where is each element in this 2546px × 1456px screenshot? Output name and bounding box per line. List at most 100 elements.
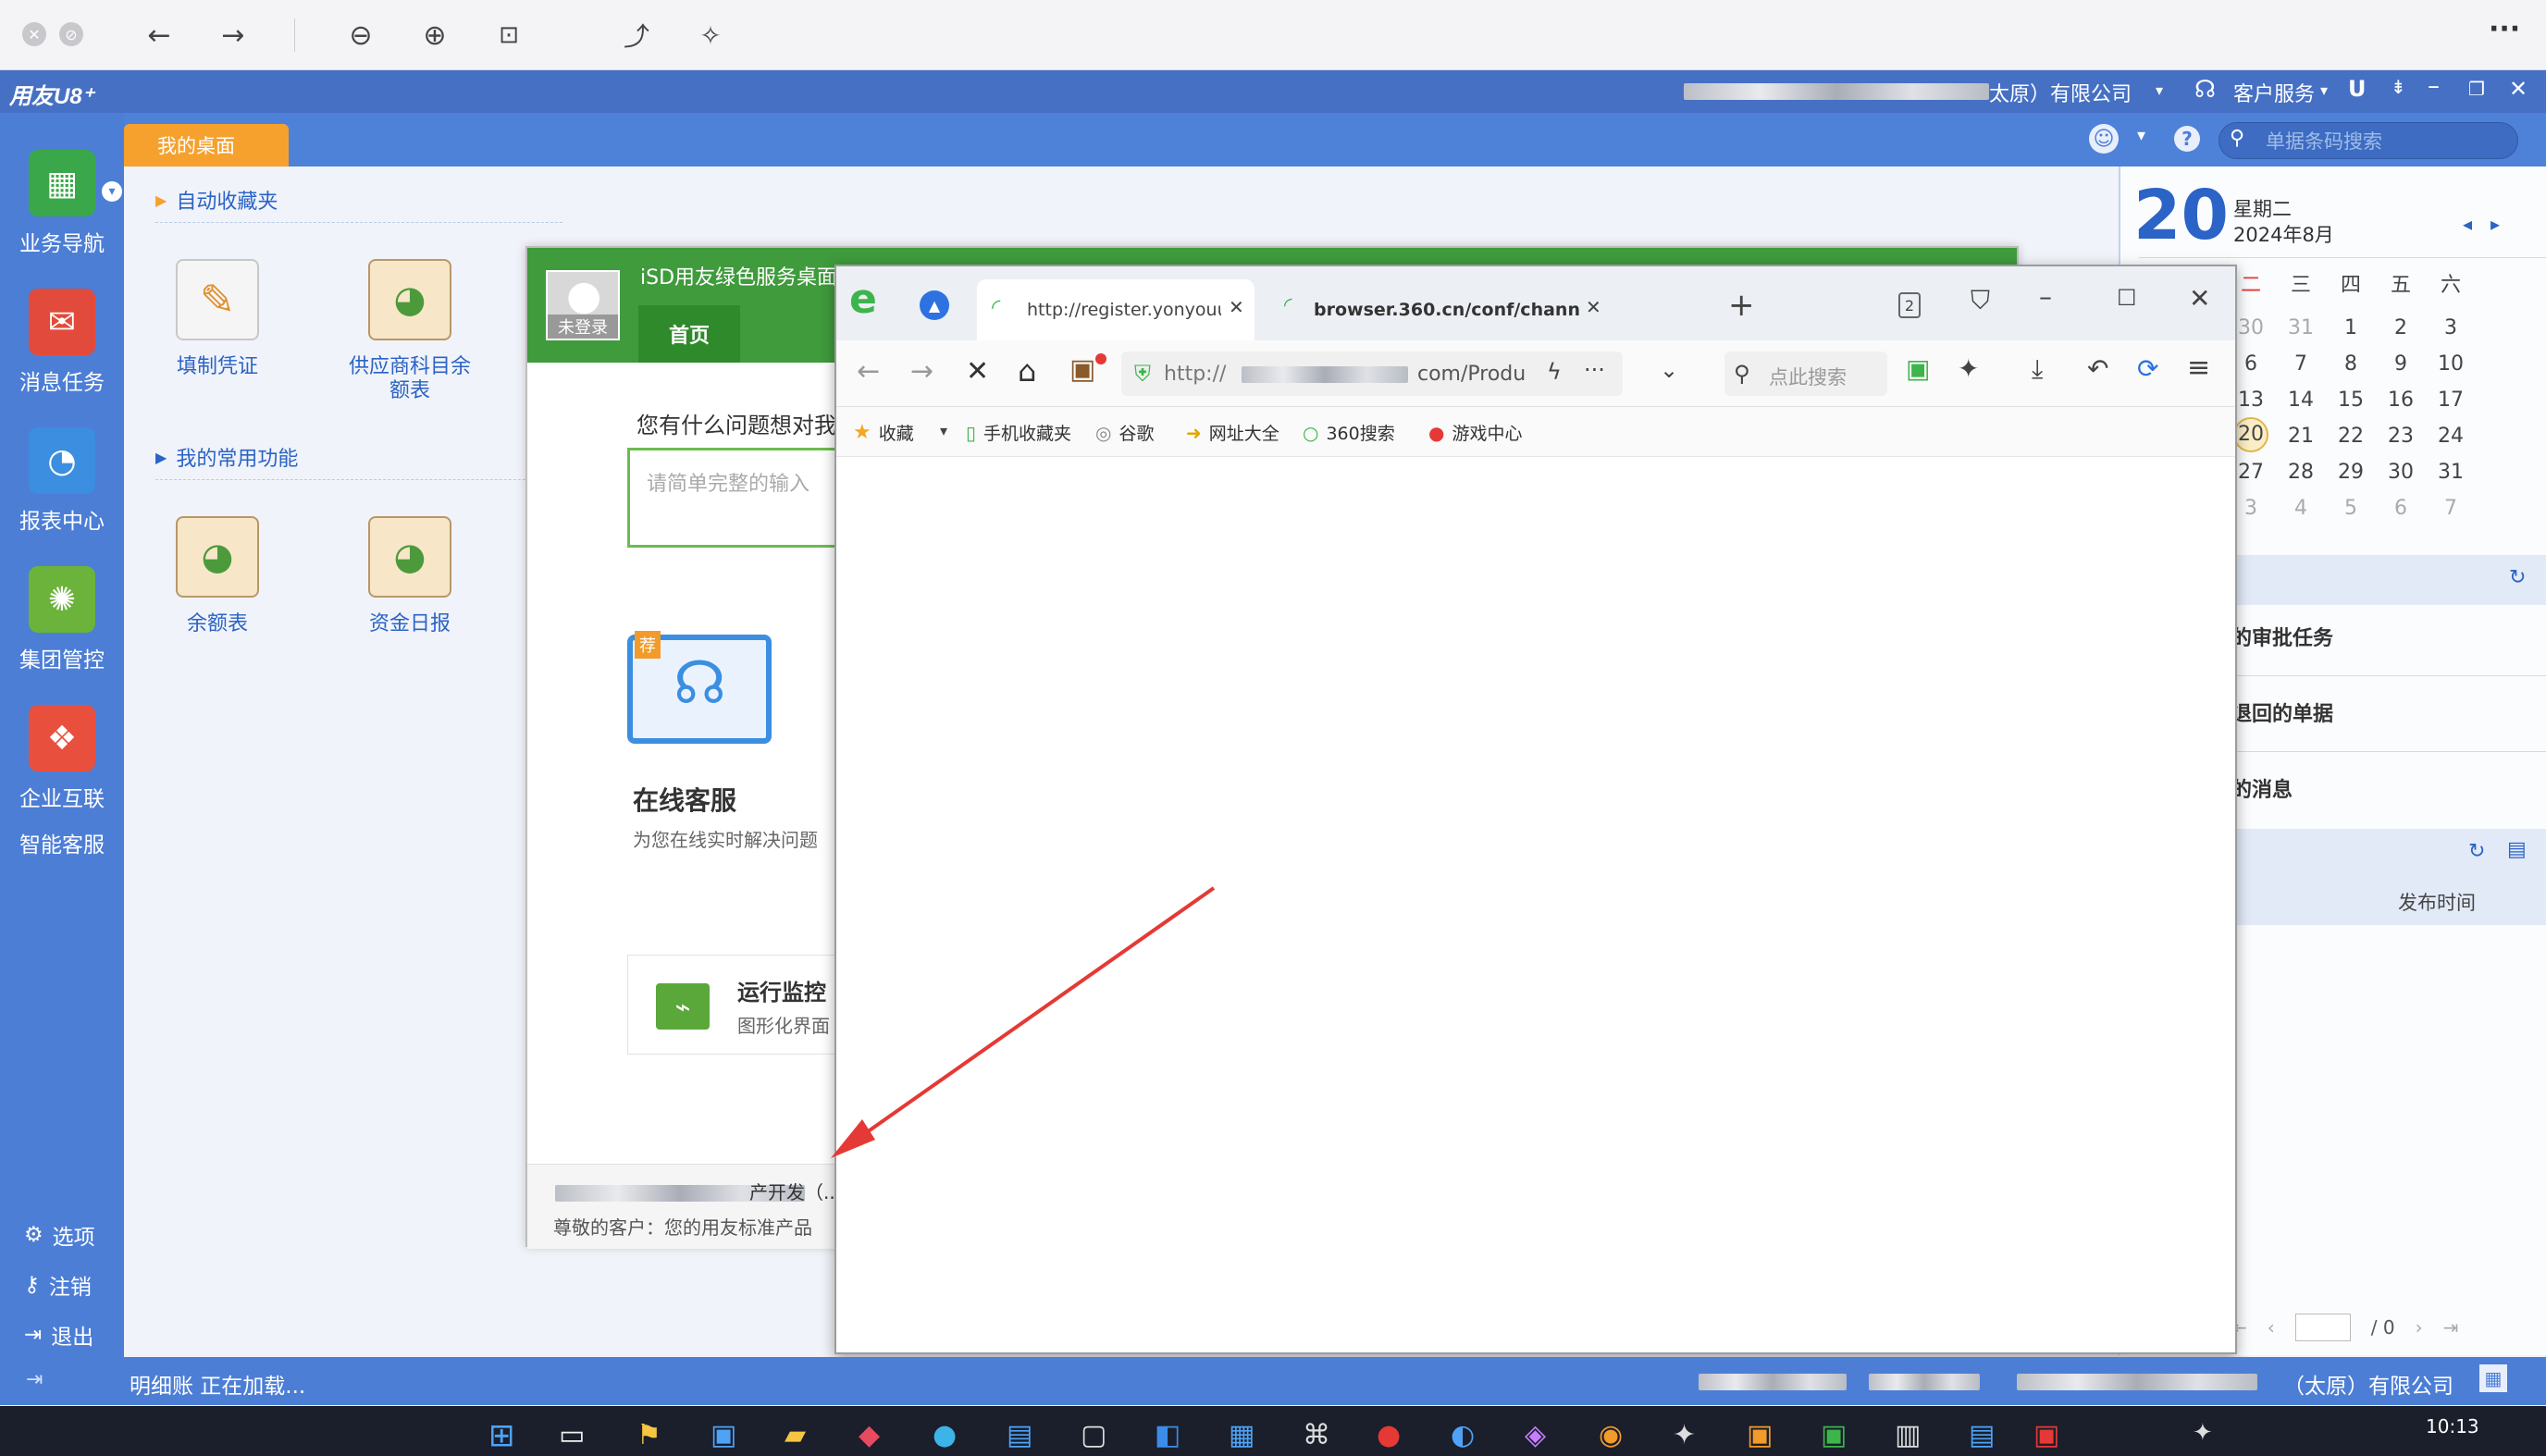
app-supplier-balance[interactable]: ◕ 供应商科目余额表: [340, 259, 479, 403]
minimize-circle-icon[interactable]: ⊘: [59, 22, 83, 46]
folder-icon[interactable]: ▰: [785, 1419, 806, 1451]
tab-count-badge[interactable]: 2: [1898, 292, 1921, 318]
close-icon[interactable]: ✕: [22, 22, 46, 46]
briefcase-icon[interactable]: ▣: [1069, 353, 1095, 386]
calendar-date[interactable]: 31: [2276, 316, 2326, 339]
taskbar-app-icon[interactable]: ✦: [1673, 1419, 1696, 1451]
bookmark-google[interactable]: ◎ 谷歌: [1095, 420, 1154, 445]
close-tab-icon[interactable]: ✕: [1586, 296, 1601, 318]
prev-month-icon[interactable]: ◂: [2463, 213, 2472, 235]
taskbar-app-icon[interactable]: ◆: [859, 1419, 880, 1451]
close-icon[interactable]: ✕: [2509, 76, 2527, 102]
maximize-icon[interactable]: ☐: [2117, 285, 2137, 311]
task-returned[interactable]: 退回的单据: [2231, 697, 2333, 727]
sidebar-toggle-icon[interactable]: ⇥: [26, 1368, 43, 1391]
taskbar-app-icon[interactable]: ▥: [1895, 1419, 1921, 1451]
calendar-date[interactable]: 7: [2276, 352, 2326, 376]
taskbar-app-icon[interactable]: ⚑: [636, 1419, 661, 1451]
prev-page-icon[interactable]: ‹: [2268, 1316, 2275, 1339]
option-settings[interactable]: ⚙ 选项: [24, 1219, 95, 1251]
nav-message-task[interactable]: ✉ 消息任务: [0, 289, 124, 396]
magic-wand-icon[interactable]: ✧: [690, 15, 731, 56]
bookmark-games[interactable]: ● 游戏中心: [1428, 420, 1522, 445]
book-icon[interactable]: ▤: [2507, 838, 2527, 861]
bookmark-sites[interactable]: ➜ 网址大全: [1186, 420, 1279, 445]
home-icon[interactable]: ⌂: [1018, 353, 1036, 389]
calculator-icon[interactable]: ▦: [2479, 1364, 2507, 1392]
hamburger-menu-icon[interactable]: ≡: [2187, 352, 2210, 384]
help-icon[interactable]: ?: [2174, 126, 2200, 152]
nav-report-center[interactable]: ◔ 报表中心: [0, 427, 124, 535]
next-page-icon[interactable]: ›: [2416, 1316, 2423, 1339]
smiley-icon[interactable]: ☺: [2089, 124, 2119, 154]
bookmark-favorites[interactable]: ★ 收藏: [853, 420, 914, 445]
nav-business-navigation[interactable]: ▦ 业务导航: [0, 150, 124, 257]
calendar-date[interactable]: 7: [2426, 497, 2476, 520]
address-bar[interactable]: ⛨ http:// com/Produ ϟ ···: [1121, 352, 1623, 396]
calendar-date[interactable]: 15: [2326, 389, 2376, 412]
zoom-out-icon[interactable]: ⊖: [340, 15, 381, 56]
section-common[interactable]: ▶ 我的常用功能: [155, 442, 298, 472]
new-tab-icon[interactable]: +: [1728, 287, 1755, 324]
forward-arrow-icon[interactable]: →: [910, 355, 933, 388]
restore-icon[interactable]: ❐: [2468, 78, 2485, 100]
calendar-date[interactable]: 6: [2376, 497, 2426, 520]
minimize-icon[interactable]: –: [2039, 281, 2052, 312]
chevron-down-icon[interactable]: ⌄: [1660, 357, 1678, 383]
customer-service-menu[interactable]: 客户服务: [2233, 78, 2315, 107]
taskbar-app-icon[interactable]: ✦: [2193, 1419, 2213, 1447]
calendar-date[interactable]: 22: [2326, 425, 2376, 448]
collapse-icon[interactable]: ⇟: [2391, 76, 2406, 98]
calendar-date[interactable]: 9: [2376, 352, 2426, 376]
search-field[interactable]: ⚲ 点此搜索: [1724, 352, 1887, 396]
chevron-down-icon[interactable]: ▾: [2156, 81, 2163, 99]
taskbar-app-icon[interactable]: ●: [1377, 1419, 1401, 1451]
tab-register[interactable]: ◜ http://register.yonyouup.com/Pr ✕: [977, 279, 1254, 340]
close-tab-icon[interactable]: ✕: [1229, 296, 1244, 318]
taskbar-app-icon[interactable]: ◈: [1525, 1419, 1546, 1451]
u-shield-icon[interactable]: U: [2348, 76, 2367, 102]
calendar-date[interactable]: 2: [2376, 316, 2426, 339]
forward-arrow-icon[interactable]: →: [213, 15, 253, 56]
taskbar-app-icon[interactable]: ◉: [1599, 1419, 1623, 1451]
more-menu-button[interactable]: ···: [2489, 13, 2520, 45]
option-exit[interactable]: ⇥ 退出: [24, 1319, 93, 1351]
calendar-date[interactable]: 16: [2376, 389, 2426, 412]
nav-group-control[interactable]: ✺ 集团管控: [0, 566, 124, 673]
calendar-date[interactable]: 1: [2326, 316, 2376, 339]
calendar-date[interactable]: 3: [2426, 316, 2476, 339]
back-arrow-icon[interactable]: ←: [857, 355, 880, 388]
calendar-today[interactable]: 20: [2233, 417, 2268, 452]
calendar-date[interactable]: 4: [2276, 497, 2326, 520]
puzzle-extension-icon[interactable]: ✦: [1958, 353, 1979, 384]
stop-loading-icon[interactable]: ✕: [966, 355, 989, 388]
clock[interactable]: 10:13: [2426, 1415, 2479, 1437]
fit-screen-icon[interactable]: ⊡: [488, 15, 529, 56]
taskbar-app-icon[interactable]: ▤: [1969, 1419, 1995, 1451]
rotate-icon[interactable]: ⤴: [616, 15, 657, 56]
taskbar-app-icon[interactable]: ▭: [559, 1419, 585, 1451]
app-fill-voucher[interactable]: ✎ 填制凭证: [148, 259, 287, 379]
chevron-down-icon[interactable]: ▾: [940, 422, 947, 439]
section-favorites[interactable]: ▶ 自动收藏夹: [155, 185, 278, 215]
zoom-in-icon[interactable]: ⊕: [414, 15, 455, 56]
task-approval[interactable]: 的审批任务: [2231, 622, 2333, 651]
more-dots-icon[interactable]: ···: [1584, 357, 1605, 383]
calendar-date[interactable]: 21: [2276, 425, 2326, 448]
page-number-input[interactable]: [2294, 1314, 2351, 1341]
taskbar-app-icon[interactable]: ▣: [2033, 1419, 2059, 1451]
minimize-icon[interactable]: –: [2428, 72, 2440, 100]
calendar-date[interactable]: 29: [2326, 461, 2376, 484]
lightning-icon[interactable]: ϟ: [1547, 359, 1562, 385]
nav-smart-service[interactable]: 智能客服: [0, 827, 124, 858]
triangle-up-icon[interactable]: ▲: [920, 290, 949, 320]
back-arrow-icon[interactable]: ←: [139, 15, 179, 56]
chevron-down-icon[interactable]: ▾: [2137, 126, 2145, 145]
windows-start-icon[interactable]: ⊞: [488, 1417, 515, 1454]
calendar-date[interactable]: 17: [2426, 389, 2476, 412]
calendar-date[interactable]: 5: [2326, 497, 2376, 520]
last-page-icon[interactable]: ⇥: [2443, 1316, 2459, 1339]
taskbar-app-icon[interactable]: ⌘: [1303, 1419, 1330, 1451]
barcode-search-input[interactable]: 单据条码搜索: [2218, 122, 2518, 159]
nav-enterprise-link[interactable]: ❖ 企业互联: [0, 705, 124, 812]
